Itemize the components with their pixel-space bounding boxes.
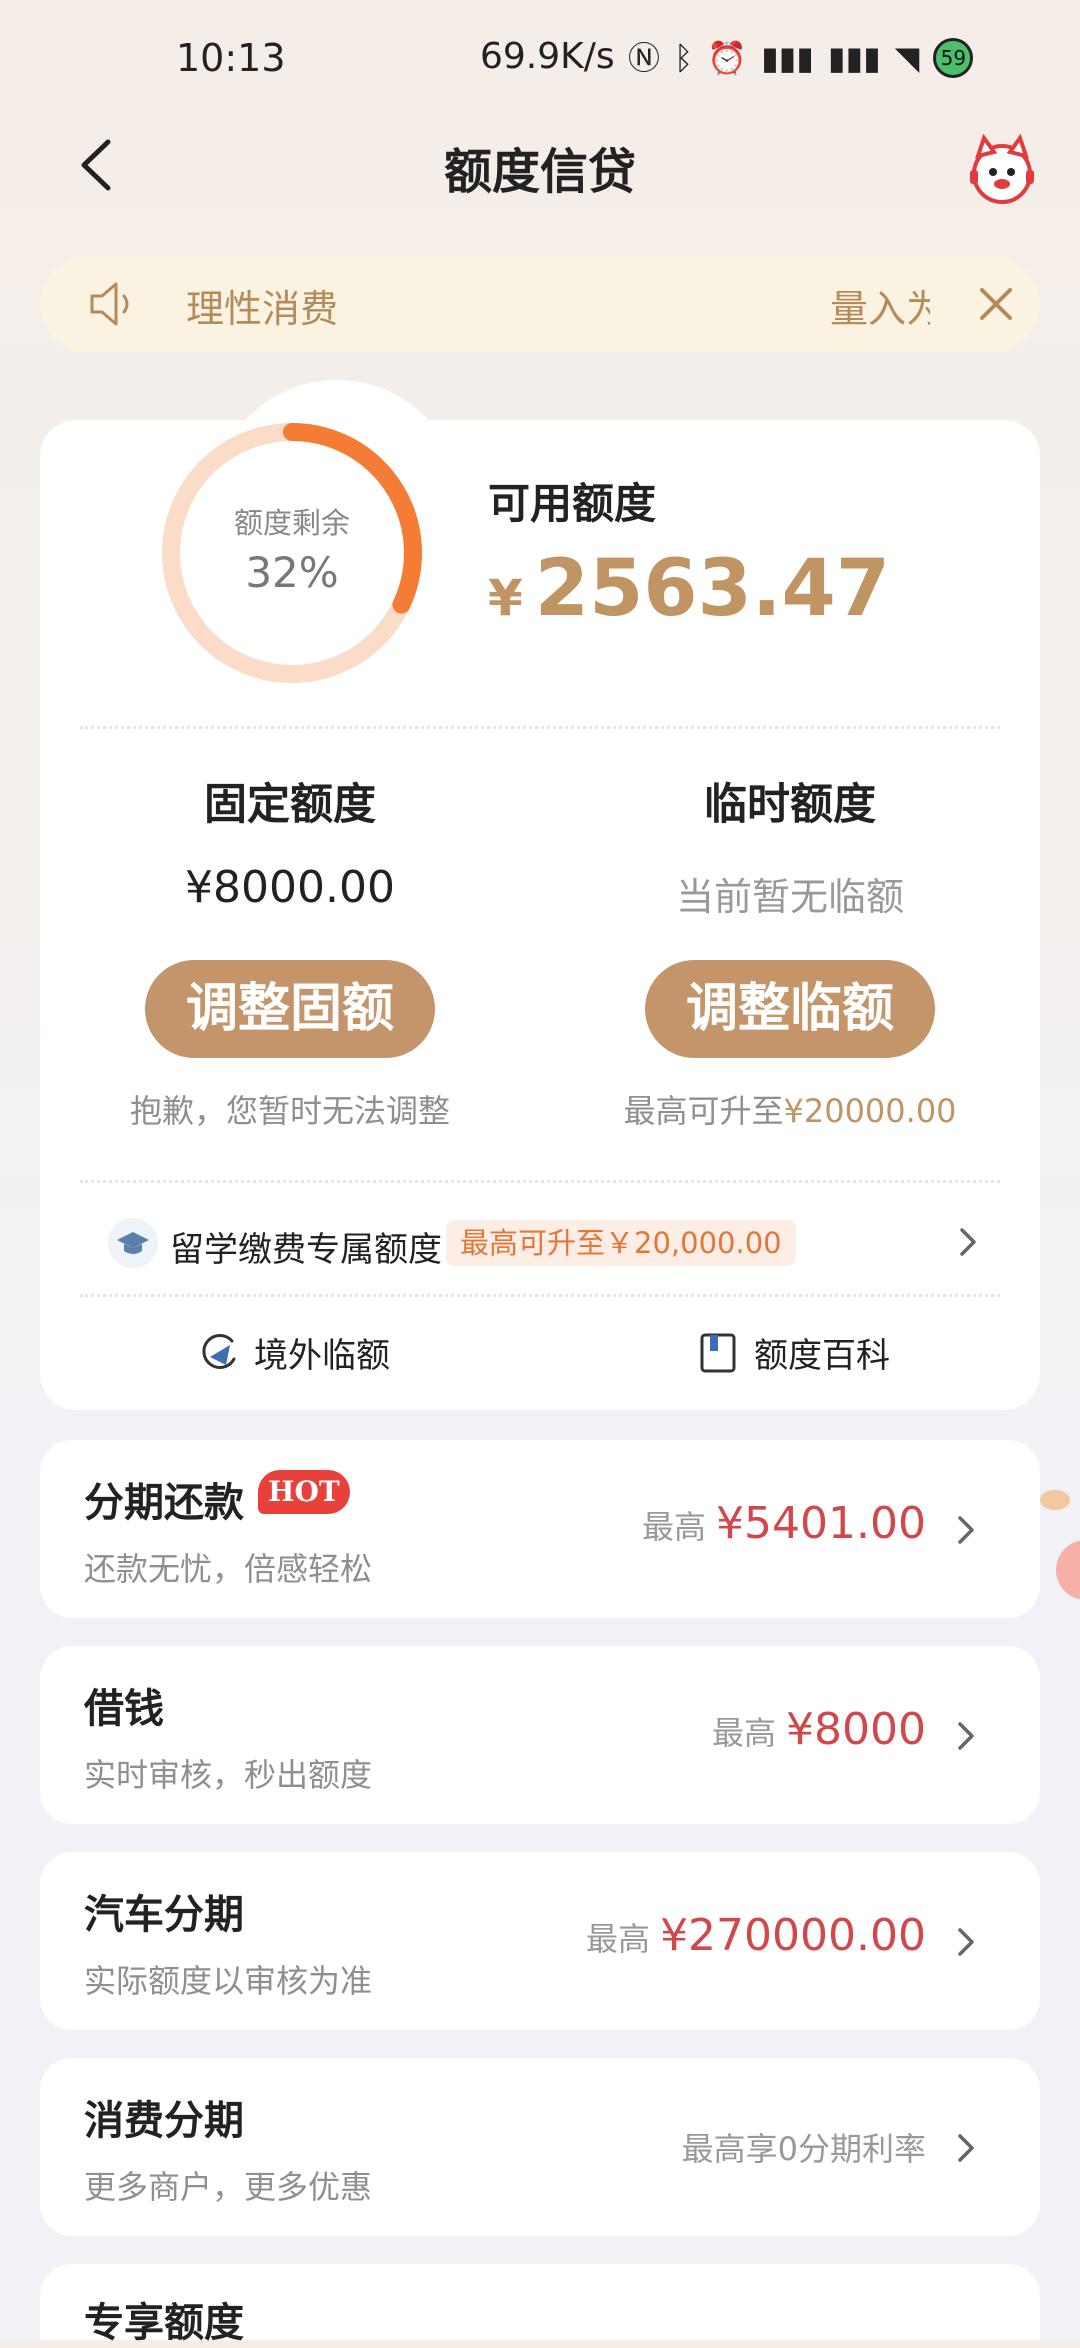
study-abroad-credit-label[interactable]: 留学缴费专属额度 — [170, 1222, 442, 1271]
list-item-title: 分期还款 — [84, 1480, 244, 1526]
list-item-title: 借钱 — [84, 1686, 164, 1732]
list-item-max: 最高 ¥270000.00 — [586, 1910, 926, 1961]
credit-wiki-link[interactable]: 额度百科 — [696, 1328, 890, 1377]
signal-icon: ▮▮▮ — [761, 39, 814, 77]
book-icon — [700, 1333, 736, 1372]
list-item-max: 最高 ¥8000 — [712, 1704, 926, 1755]
max-prefix: 最高 — [712, 1714, 777, 1752]
list-item-borrow[interactable]: 借钱 实时审核，秒出额度 最高 ¥8000 — [40, 1646, 1040, 1824]
list-item-consumer-installment[interactable]: 消费分期 更多商户，更多优惠 最高享0分期利率 — [40, 2058, 1040, 2236]
chevron-right-icon — [958, 1928, 974, 1956]
max-prefix: 最高 — [586, 1920, 651, 1958]
page-title: 额度信贷 — [443, 144, 636, 200]
battery-icon: 59 — [933, 38, 974, 78]
notice-text-scrolling: 量入为 — [830, 287, 930, 331]
status-bar: 10:13 69.9K/s Ⓝ ᛒ ⏰ ▮▮▮ ▮▮▮ ◥ 59 — [0, 0, 1080, 120]
available-credit-label: 可用额度 — [488, 479, 657, 528]
max-amount: ¥270000.00 — [660, 1910, 926, 1961]
status-icons: Ⓝ ᛒ ⏰ ▮▮▮ ▮▮▮ ◥ 59 — [628, 38, 974, 78]
list-item-title: 专享额度 — [84, 2300, 244, 2346]
overseas-temp-credit-link[interactable]: 境外临额 — [196, 1328, 390, 1377]
fixed-credit-title: 固定额度 — [204, 780, 376, 830]
list-item-subtitle: 实时审核，秒出额度 — [84, 1756, 373, 1794]
wifi-icon: ◥ — [894, 39, 920, 77]
max-amount: ¥8000 — [786, 1704, 926, 1755]
list-item-car-installment[interactable]: 汽车分期 实际额度以审核为准 最高 ¥270000.00 — [40, 1852, 1040, 2030]
graduation-cap-icon — [108, 1218, 158, 1268]
max-prefix: 最高享0分期利率 — [681, 2130, 926, 2168]
floating-widget[interactable] — [1056, 1540, 1080, 1600]
list-item-subtitle: 更多商户，更多优惠 — [84, 2168, 373, 2206]
close-icon — [980, 288, 1012, 320]
bluetooth-icon: ᛒ — [674, 39, 694, 77]
list-item-subtitle: 还款无忧，倍感轻松 — [84, 1550, 373, 1588]
temp-credit-title: 临时额度 — [704, 780, 876, 830]
temp-credit-value: 当前暂无临额 — [675, 875, 904, 919]
currency-symbol: ¥ — [488, 569, 523, 627]
max-prefix: 最高 — [642, 1508, 707, 1546]
notice-text: 理性消费 — [186, 287, 339, 331]
study-abroad-tag: 最高可升至￥20,000.00 — [446, 1220, 796, 1266]
close-notice-button[interactable] — [968, 276, 1024, 332]
notice-bar: 理性消费 量入为 — [40, 256, 1040, 352]
temp-note-prefix: 最高可升至 — [623, 1092, 784, 1130]
floating-decoration — [1040, 1490, 1070, 1510]
available-credit-amount: ¥2563.47 — [488, 544, 890, 634]
speaker-icon — [88, 278, 148, 334]
temp-credit-note: 最高可升至¥20000.00 — [540, 1086, 1040, 1132]
airplane-icon — [202, 1333, 236, 1369]
signal-icon: ▮▮▮ — [827, 39, 881, 77]
chevron-right-icon — [958, 2134, 974, 2162]
ring-percent: 32% — [245, 548, 339, 597]
chevron-right-icon[interactable] — [952, 1222, 982, 1262]
list-item-exclusive-credit[interactable]: 专享额度 — [40, 2264, 1040, 2346]
network-speed: 69.9K/s — [480, 36, 615, 77]
status-time: 10:13 — [176, 36, 286, 80]
chevron-right-icon — [958, 1722, 974, 1750]
list-item-title: 汽车分期 — [84, 1892, 244, 1938]
alarm-icon: ⏰ — [707, 39, 748, 77]
divider — [80, 726, 1000, 729]
list-item-subtitle: 实际额度以审核为准 — [84, 1962, 373, 2000]
list-item-installment-repayment[interactable]: 分期还款 HOT 还款无忧，倍感轻松 最高 ¥5401.00 — [40, 1440, 1040, 1618]
fixed-credit-value: ¥8000.00 — [185, 862, 395, 913]
hot-badge: HOT — [258, 1470, 350, 1514]
divider — [80, 1180, 1000, 1183]
chevron-right-icon — [958, 1516, 974, 1544]
adjust-temp-credit-button[interactable]: 调整临额 — [645, 960, 935, 1058]
nfc-icon: Ⓝ — [628, 39, 661, 77]
temp-note-amount: ¥20000.00 — [783, 1092, 957, 1130]
ring-label: 额度剩余 — [233, 506, 350, 540]
mascot-assistant-icon[interactable] — [962, 130, 1042, 210]
overseas-link-label: 境外临额 — [254, 1336, 390, 1376]
divider — [80, 1294, 1000, 1297]
list-item-title: 消费分期 — [84, 2098, 244, 2144]
max-amount: ¥5401.00 — [716, 1498, 926, 1549]
list-item-max: 最高 ¥5401.00 — [642, 1498, 926, 1549]
list-item-max: 最高享0分期利率 — [682, 2124, 926, 2170]
wiki-link-label: 额度百科 — [754, 1336, 890, 1376]
available-amount-value: 2563.47 — [534, 544, 891, 634]
adjust-fixed-credit-button[interactable]: 调整固额 — [145, 960, 435, 1058]
fixed-credit-note: 抱歉，您暂时无法调整 — [129, 1092, 450, 1130]
